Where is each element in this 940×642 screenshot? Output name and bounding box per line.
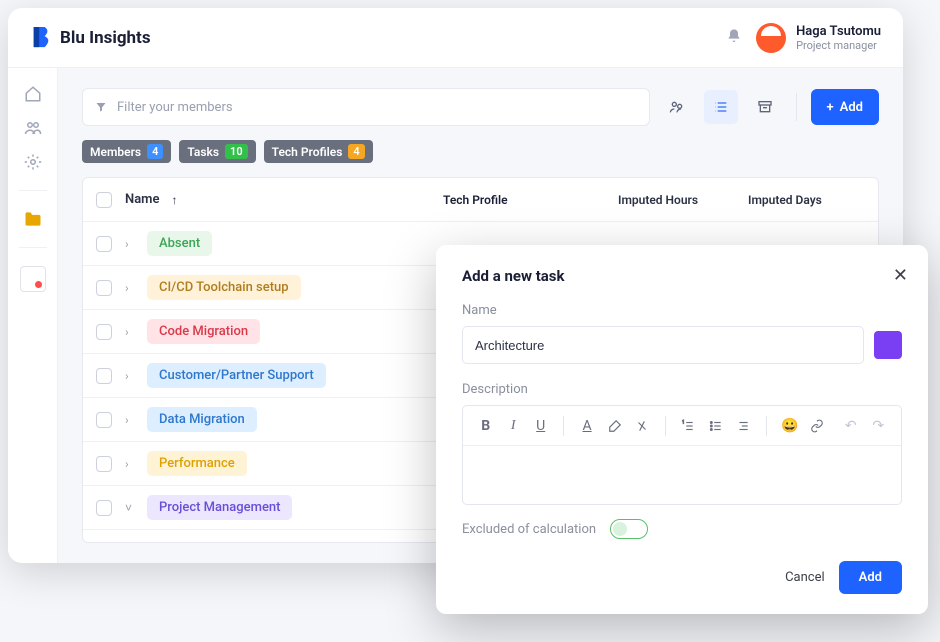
row-checkbox[interactable] [96,368,112,384]
filter-tag[interactable]: Members4 [82,140,171,163]
list-view-icon[interactable] [704,90,738,124]
folder-icon[interactable] [23,209,43,229]
add-task-button[interactable]: Add [839,561,902,594]
select-all-checkbox[interactable] [96,192,112,208]
chevron-icon[interactable]: › [125,281,139,295]
redo-icon[interactable]: ↷ [867,414,888,438]
table-header: Name↑ Tech Profile Imputed Hours Imputed… [83,178,878,222]
user-block[interactable]: Haga Tsutomu Project manager [796,24,881,52]
col-name[interactable]: Name↑ [125,192,443,207]
color-swatch[interactable] [874,331,902,359]
close-icon[interactable]: ✕ [893,265,908,286]
chevron-icon[interactable]: › [125,369,139,383]
filter-tags: Members4 Tasks10 Tech Profiles4 [82,140,879,163]
bell-icon[interactable] [726,28,742,48]
toolbar: Filter your members +Add [82,88,879,126]
task-name-input[interactable] [462,326,864,364]
chevron-icon[interactable]: ˅ [125,501,139,515]
col-tech[interactable]: Tech Profile [443,193,618,207]
archive-icon[interactable] [748,90,782,124]
undo-icon[interactable]: ↶ [840,414,861,438]
task-pill: CI/CD Toolchain setup [147,275,301,300]
sort-asc-icon: ↑ [171,193,177,207]
excluded-label: Excluded of calculation [462,522,596,537]
ordered-list-icon[interactable]: 1 [678,414,699,438]
task-pill: Performance [147,451,247,476]
description-editor: B I U A 1 😀 ↶ ↷ [462,405,902,505]
description-textarea[interactable] [463,446,901,504]
add-task-modal: Add a new task ✕ Name Description B I U … [436,245,928,614]
text-color-icon[interactable]: A [576,414,597,438]
chevron-icon[interactable]: › [125,237,139,251]
underline-icon[interactable]: U [530,414,551,438]
bullet-list-icon[interactable] [705,414,726,438]
filter-tag[interactable]: Tasks10 [179,140,255,163]
chevron-icon[interactable]: › [125,413,139,427]
plus-icon: + [827,100,834,115]
indent-list-icon[interactable] [733,414,754,438]
row-checkbox[interactable] [96,280,112,296]
col-days[interactable]: Imputed Days [748,193,878,207]
row-checkbox[interactable] [96,412,112,428]
sidebar [8,68,58,563]
clear-format-icon[interactable] [631,414,652,438]
add-button[interactable]: +Add [811,89,879,125]
task-pill: Code Migration [147,319,260,344]
logo[interactable]: Blu Insights [30,25,151,51]
task-pill: Absent [147,231,212,256]
row-checkbox[interactable] [96,500,112,516]
description-field-label: Description [462,382,902,397]
highlight-icon[interactable] [604,414,625,438]
task-pill: Data Migration [147,407,257,432]
link-icon[interactable] [807,414,828,438]
logo-icon [30,25,52,51]
filter-input[interactable]: Filter your members [82,88,650,126]
name-field-label: Name [462,303,902,318]
excluded-toggle[interactable] [610,519,648,539]
cancel-button[interactable]: Cancel [785,570,825,585]
italic-icon[interactable]: I [502,414,523,438]
users-icon[interactable] [23,118,43,138]
row-checkbox[interactable] [96,456,112,472]
user-role: Project manager [796,39,881,52]
avatar[interactable] [756,23,786,53]
chevron-icon[interactable]: › [125,457,139,471]
filter-tag[interactable]: Tech Profiles4 [264,140,373,163]
emoji-icon[interactable]: 😀 [779,414,800,438]
home-icon[interactable] [23,84,43,104]
task-pill: Customer/Partner Support [147,363,326,388]
app-title: Blu Insights [60,28,151,48]
topbar: Blu Insights Haga Tsutomu Project manage… [8,8,903,68]
chevron-icon[interactable]: › [125,325,139,339]
user-name: Haga Tsutomu [796,24,881,39]
filter-icon [95,101,107,113]
bold-icon[interactable]: B [475,414,496,438]
row-checkbox[interactable] [96,324,112,340]
modal-title: Add a new task [462,267,902,285]
members-view-icon[interactable] [660,90,694,124]
task-pill: Project Management [147,495,292,520]
calendar-icon[interactable] [20,266,46,292]
col-hours[interactable]: Imputed Hours [618,193,748,207]
svg-text:1: 1 [683,419,685,424]
gear-icon[interactable] [23,152,43,172]
row-checkbox[interactable] [96,236,112,252]
